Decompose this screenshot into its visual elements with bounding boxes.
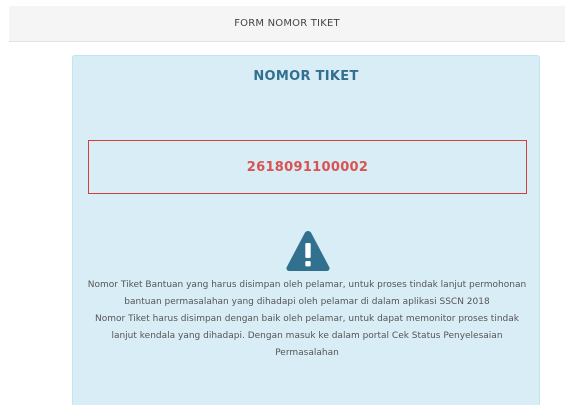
- warning-triangle-icon: [286, 231, 330, 271]
- page: FORM NOMOR TIKET NOMOR TIKET 26180911000…: [0, 0, 574, 405]
- ticket-instructions: Nomor Tiket Bantuan yang harus disimpan …: [81, 277, 533, 362]
- ticket-number: 2618091100002: [246, 159, 369, 175]
- instruction-paragraph-2: Nomor Tiket harus disimpan dengan baik o…: [95, 314, 519, 358]
- ticket-heading: NOMOR TIKET: [253, 69, 359, 84]
- form-header-bar: FORM NOMOR TIKET: [9, 6, 565, 42]
- ticket-number-box: 2618091100002: [88, 140, 527, 194]
- instruction-paragraph-1: Nomor Tiket Bantuan yang harus disimpan …: [87, 280, 527, 307]
- form-title: FORM NOMOR TIKET: [234, 18, 340, 29]
- ticket-info-panel: NOMOR TIKET 2618091100002 Nomor Tiket Ba…: [72, 55, 540, 405]
